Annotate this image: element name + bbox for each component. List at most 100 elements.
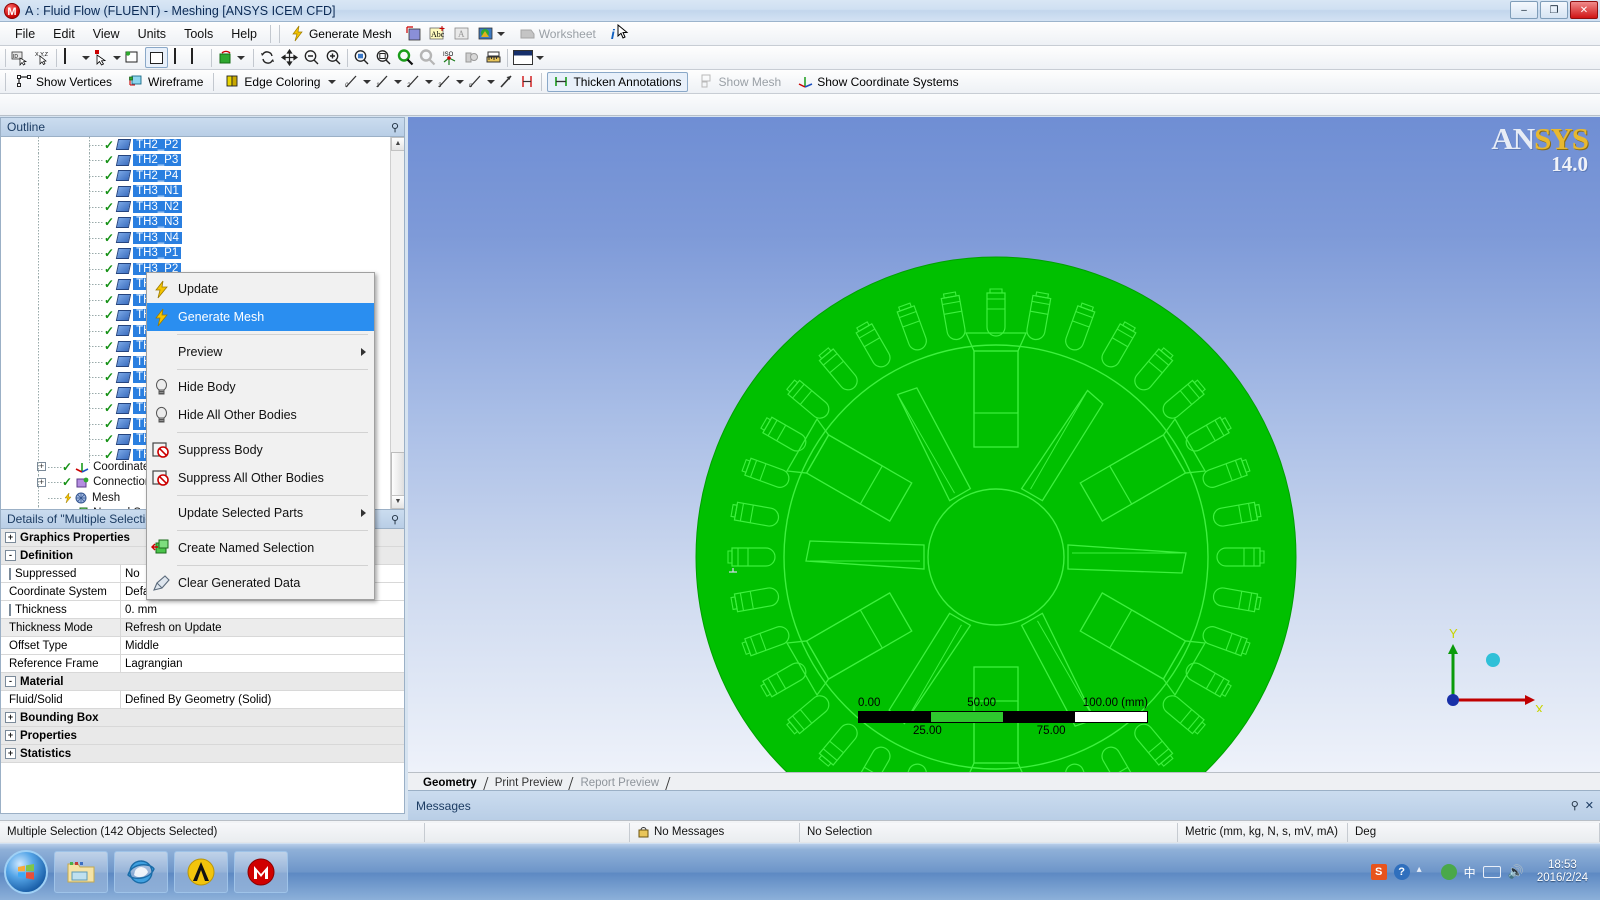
context-menu-item-hide-body[interactable]: Hide Body <box>147 373 374 401</box>
wireframe-button[interactable]: Wireframe <box>123 72 208 92</box>
menu-file[interactable]: File <box>6 25 44 43</box>
context-menu-item-clear-generated-data[interactable]: Clear Generated Data <box>147 569 374 597</box>
tab-geometry[interactable]: Geometry <box>414 776 486 790</box>
chevron-down-icon[interactable] <box>425 79 434 84</box>
start-button[interactable] <box>4 850 48 894</box>
edge-direction-icon[interactable] <box>498 73 515 90</box>
details-row-value[interactable]: 0. mm <box>120 601 404 618</box>
details-row-value[interactable]: Middle <box>120 637 404 654</box>
image-capture-icon[interactable] <box>477 25 494 42</box>
volume-icon[interactable]: 🔊 <box>1508 864 1524 881</box>
select-parts-icon[interactable] <box>189 48 206 66</box>
tree-item[interactable]: ✓ TH3_N1 <box>1 183 404 199</box>
pin-icon[interactable]: ⚲ <box>1571 799 1579 812</box>
show-mesh-button[interactable]: Show Mesh <box>694 72 787 92</box>
magnify-green-icon[interactable] <box>397 49 414 66</box>
chevron-down-icon[interactable] <box>113 55 121 60</box>
taskbar-clock[interactable]: 18:53 2016/2/24 <box>1531 859 1594 885</box>
chevron-down-icon[interactable] <box>82 55 90 60</box>
scroll-down-arrow[interactable]: ▼ <box>391 495 404 509</box>
tree-item[interactable]: ✓ TH3_N3 <box>1 214 404 230</box>
details-row-value[interactable]: Lagrangian <box>120 655 404 672</box>
details-section[interactable]: - Material <box>1 673 404 691</box>
details-row[interactable]: Thickness 0. mm <box>1 601 404 619</box>
graphics-viewport[interactable]: ANSYS 14.0 Y X 0.00 50.00 100.00 (mm) 25… <box>408 117 1600 772</box>
tree-item[interactable]: ✓ TH2_P2 <box>1 137 404 153</box>
context-menu-item-generate-mesh[interactable]: Generate Mesh <box>147 303 374 331</box>
ime-chinese-icon[interactable]: 中 <box>1464 864 1476 881</box>
annotation-icon[interactable]: A <box>453 25 470 42</box>
chevron-down-icon[interactable] <box>394 79 403 84</box>
details-row-value[interactable]: Refresh on Update <box>120 619 404 636</box>
tab-print-preview[interactable]: Print Preview <box>486 776 572 790</box>
named-selection-text-icon[interactable]: Abc <box>429 25 446 42</box>
select-vertices-icon[interactable] <box>62 48 79 66</box>
keyboard-icon[interactable] <box>1482 866 1501 878</box>
box-zoom-icon[interactable] <box>353 49 370 66</box>
menu-units[interactable]: Units <box>129 25 175 43</box>
thickness-bars-icon[interactable] <box>519 73 536 90</box>
details-row[interactable]: Offset Type Middle <box>1 637 404 655</box>
status-messages[interactable]: No Messages <box>630 822 800 842</box>
chevron-down-icon[interactable] <box>487 79 496 84</box>
menu-view[interactable]: View <box>84 25 129 43</box>
generate-mesh-button[interactable]: Generate Mesh <box>284 24 397 44</box>
magnify-gray-icon[interactable] <box>419 49 436 66</box>
context-menu-item-suppress-body[interactable]: Suppress Body <box>147 436 374 464</box>
context-menu-item-hide-all-other-bodies[interactable]: Hide All Other Bodies <box>147 401 374 429</box>
context-menu-item-update-selected-parts[interactable]: Update Selected Parts <box>147 499 374 527</box>
select-by-coordinate-icon[interactable]: X,Y,Z <box>34 49 51 66</box>
extend-selection-icon[interactable] <box>217 49 234 66</box>
tree-item[interactable]: ✓ TH3_P1 <box>1 245 404 261</box>
tree-item[interactable]: ✓ TH2_P3 <box>1 152 404 168</box>
context-menu-item-update[interactable]: Update <box>147 275 374 303</box>
details-section[interactable]: + Properties <box>1 727 404 745</box>
chevron-down-icon[interactable] <box>456 79 465 84</box>
chevron-down-icon[interactable] <box>328 79 337 84</box>
chevron-down-icon[interactable] <box>536 55 544 60</box>
details-row[interactable]: Fluid/Solid Defined By Geometry (Solid) <box>1 691 404 709</box>
tree-item[interactable]: ✓ TH3_N2 <box>1 199 404 215</box>
menu-edit[interactable]: Edit <box>44 25 84 43</box>
scrollbar-thumb[interactable] <box>391 452 404 497</box>
maximize-button[interactable]: ❐ <box>1540 1 1568 19</box>
edge-thickness-3-icon[interactable]: 3 <box>436 73 453 90</box>
geometry-model[interactable] <box>408 117 1600 772</box>
show-coordinate-systems-button[interactable]: Show Coordinate Systems <box>792 72 963 92</box>
select-mode-cursor-icon[interactable] <box>93 49 110 66</box>
close-button[interactable]: ✕ <box>1570 1 1598 19</box>
view-faces-icon[interactable] <box>463 49 480 66</box>
mesh-control-icon[interactable] <box>405 25 422 42</box>
expander-icon[interactable]: + <box>5 730 16 741</box>
select-edges-icon[interactable] <box>124 49 141 66</box>
info-icon[interactable]: i <box>611 26 615 42</box>
tab-report-preview[interactable]: Report Preview <box>571 776 668 790</box>
pin-icon[interactable]: ⚲ <box>391 121 399 134</box>
worksheet-button[interactable]: Worksheet <box>514 24 601 44</box>
menu-help[interactable]: Help <box>222 25 266 43</box>
sogou-icon[interactable]: S <box>1370 864 1387 880</box>
expander-icon[interactable]: - <box>5 550 16 561</box>
row-checkbox[interactable] <box>9 603 11 616</box>
zoom-out-icon[interactable] <box>303 49 320 66</box>
taskbar-mega[interactable] <box>234 851 288 893</box>
taskbar-windows-explorer[interactable] <box>54 851 108 893</box>
edge-thickness-1-icon[interactable]: 1 <box>374 73 391 90</box>
pin-icon[interactable]: ⚲ <box>391 513 399 526</box>
taskbar-internet-explorer[interactable] <box>114 851 168 893</box>
pan-icon[interactable] <box>280 48 299 67</box>
expander-icon[interactable]: + <box>5 712 16 723</box>
context-menu-item-suppress-all-other-bodies[interactable]: Suppress All Other Bodies <box>147 464 374 492</box>
select-by-id-icon[interactable]: ID <box>11 49 28 66</box>
scroll-up-arrow[interactable]: ▲ <box>391 137 404 151</box>
minimize-button[interactable]: – <box>1510 1 1538 19</box>
tree-item[interactable]: ✓ TH3_N4 <box>1 230 404 246</box>
outline-scrollbar[interactable]: ▲ ▼ <box>390 137 404 509</box>
expander-icon[interactable]: + <box>5 532 16 543</box>
details-row-value[interactable]: Defined By Geometry (Solid) <box>120 691 404 708</box>
zoom-in-icon[interactable] <box>325 49 342 66</box>
zoom-to-fit-icon[interactable] <box>375 49 392 66</box>
details-section[interactable]: + Bounding Box <box>1 709 404 727</box>
show-hidden-icons-icon[interactable]: ▴ <box>1417 864 1434 881</box>
context-menu-item-preview[interactable]: Preview <box>147 338 374 366</box>
